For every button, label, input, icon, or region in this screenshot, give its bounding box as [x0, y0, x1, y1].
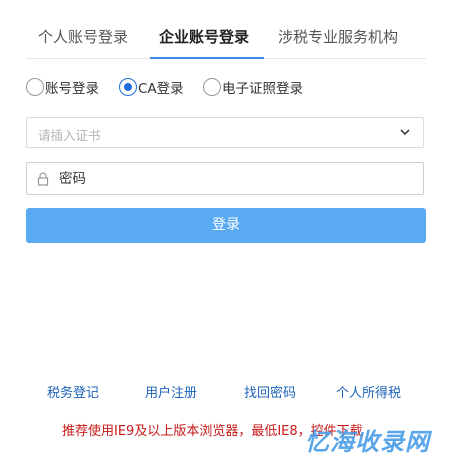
- radio-e-license-login[interactable]: 电子证照登录: [203, 76, 303, 98]
- radio-label: 电子证照登录: [222, 81, 303, 97]
- link-user-registration[interactable]: 用户注册: [145, 382, 197, 401]
- certificate-select-placeholder: 请插入证书: [38, 128, 101, 143]
- radio-label: 账号登录: [45, 81, 99, 97]
- footer-links: 税务登记 用户注册 找回密码 个人所得税: [0, 382, 452, 402]
- radio-account-login[interactable]: 账号登录: [26, 76, 99, 98]
- radio-checked-icon: [119, 78, 137, 96]
- watermark-logo: 忆海收录网: [305, 428, 430, 456]
- certificate-select[interactable]: 请插入证书: [26, 117, 424, 148]
- lock-icon: [37, 172, 49, 186]
- link-personal-income-tax[interactable]: 个人所得税: [336, 382, 401, 401]
- login-panel: 个人账号登录 企业账号登录 涉税专业服务机构 账号登录 CA登录 电子证照登录 …: [0, 0, 452, 459]
- login-button[interactable]: 登录: [26, 208, 426, 243]
- tab-personal-account[interactable]: 个人账号登录: [38, 26, 128, 48]
- password-field: [26, 162, 424, 195]
- login-method-group: 账号登录 CA登录 电子证照登录: [26, 76, 426, 98]
- link-tax-registration[interactable]: 税务登记: [47, 382, 99, 401]
- radio-ca-login[interactable]: CA登录: [119, 76, 184, 98]
- tab-enterprise-account[interactable]: 企业账号登录: [159, 26, 249, 48]
- radio-unchecked-icon: [203, 78, 221, 96]
- link-recover-password[interactable]: 找回密码: [244, 382, 296, 401]
- login-tabs: 个人账号登录 企业账号登录 涉税专业服务机构: [26, 18, 426, 59]
- password-input[interactable]: [57, 163, 419, 194]
- chevron-down-icon: [400, 129, 410, 136]
- active-tab-indicator: [150, 57, 264, 59]
- radio-unchecked-icon: [26, 78, 44, 96]
- tab-tax-service-agency[interactable]: 涉税专业服务机构: [278, 26, 398, 48]
- radio-label: CA登录: [138, 81, 184, 97]
